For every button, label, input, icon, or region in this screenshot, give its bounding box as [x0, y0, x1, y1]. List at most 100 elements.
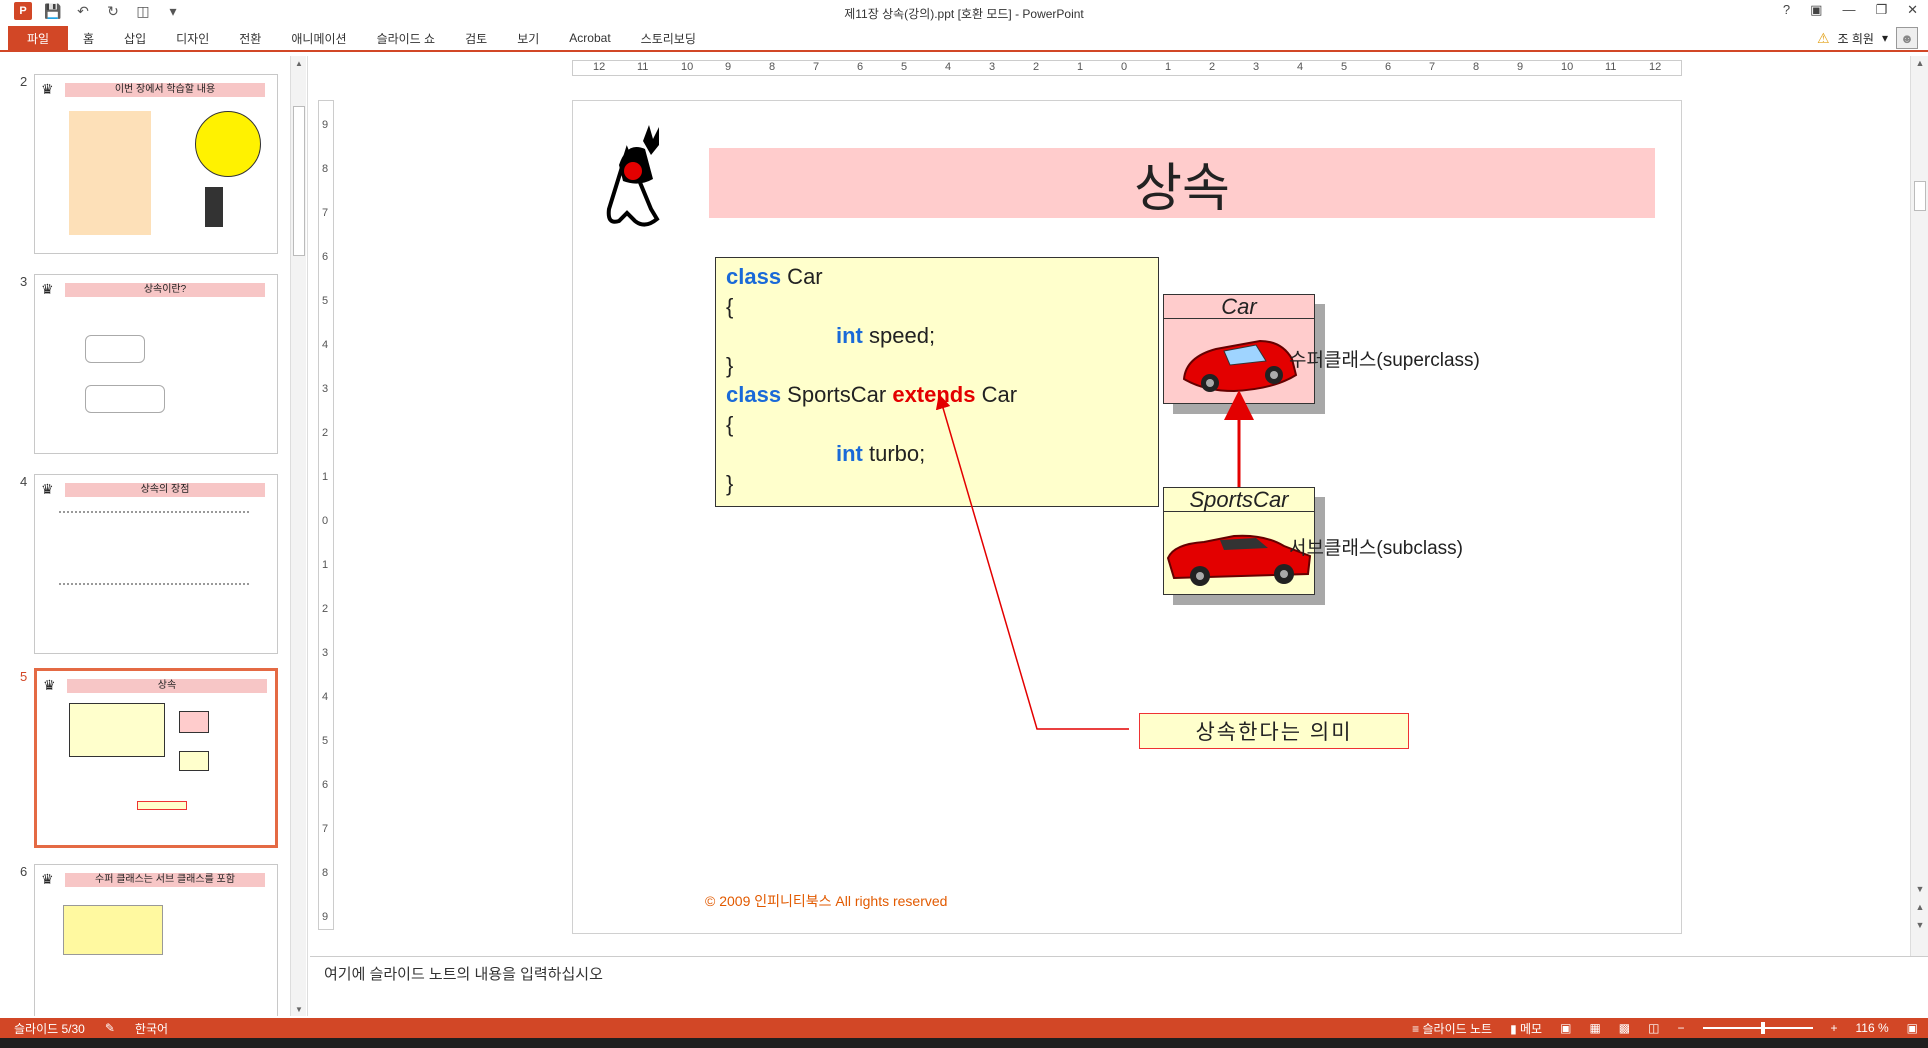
- code-line: }: [726, 352, 734, 378]
- ruler-tick: 10: [681, 61, 694, 73]
- status-left: 슬라이드 5/30 ✎ 한국어: [14, 1020, 168, 1037]
- tab-view[interactable]: 보기: [502, 26, 554, 50]
- reading-view-icon[interactable]: ▩: [1619, 1021, 1630, 1035]
- fit-to-window-icon[interactable]: ▣: [1907, 1021, 1918, 1035]
- thumbnail-title: 상속: [67, 679, 267, 693]
- ruler-tick: 9: [1517, 61, 1524, 73]
- tab-acrobat[interactable]: Acrobat: [554, 26, 625, 50]
- slide-sorter-icon[interactable]: ▦: [1589, 1021, 1600, 1035]
- comments-button[interactable]: ▮ 메모: [1510, 1020, 1542, 1037]
- scrollbar-thumb[interactable]: [293, 106, 305, 256]
- tab-review[interactable]: 검토: [450, 26, 502, 50]
- ruler-tick: 9: [322, 119, 329, 131]
- slide-title[interactable]: 상속: [709, 148, 1655, 219]
- code-keyword: class: [726, 382, 782, 407]
- scroll-up-icon[interactable]: ▲: [1911, 56, 1928, 70]
- ruler-tick: 5: [322, 735, 329, 747]
- language-indicator[interactable]: 한국어: [135, 1020, 168, 1037]
- superclass-label: 수퍼클래스(superclass): [1289, 350, 1480, 371]
- minimize-icon[interactable]: —: [1842, 2, 1855, 18]
- thumbnail-car-box: [179, 711, 209, 733]
- thumbnail-sportscar-box: [179, 751, 209, 771]
- user-area[interactable]: ⚠ 조 희원 ▾ ☻: [1817, 27, 1918, 49]
- tab-file[interactable]: 파일: [8, 26, 68, 50]
- thumbnail-title: 상속의 장점: [65, 483, 265, 497]
- slide-thumbnail-3[interactable]: ♛ 상속이란?: [34, 274, 278, 454]
- tab-design[interactable]: 디자인: [161, 26, 224, 50]
- scroll-up-icon[interactable]: ▲: [291, 56, 307, 70]
- code-line: {: [726, 293, 734, 319]
- slide-counter: 슬라이드 5/30: [14, 1021, 85, 1036]
- connector-lines: [935, 390, 1254, 730]
- ruler-tick: 10: [1561, 61, 1574, 73]
- zoom-slider[interactable]: [1702, 1022, 1813, 1034]
- ruler-tick: 6: [857, 61, 864, 73]
- slide-thumbnail-2[interactable]: ♛ 이번 장에서 학습할 내용: [34, 74, 278, 254]
- user-name: 조 희원: [1837, 31, 1874, 46]
- meaning-callout-box[interactable]: 상속한다는 의미: [1139, 713, 1409, 749]
- horizontal-ruler: 12 11 10 9 8 7 6 5 4 3 2 1 0 1 2 3 4 5 6 7 8 9 10 11 12: [572, 60, 1682, 76]
- normal-view-icon[interactable]: ▣: [1560, 1021, 1571, 1035]
- scrollbar-thumb[interactable]: [1914, 181, 1926, 211]
- code-line: }: [726, 470, 734, 496]
- previous-slide-icon[interactable]: ▲: [1911, 900, 1928, 914]
- comments-label: 메모: [1520, 1021, 1543, 1036]
- code-keyword: int: [836, 441, 863, 466]
- slide-thumbnail-5[interactable]: ♛ 상속: [34, 668, 278, 848]
- ruler-tick: 5: [901, 61, 908, 73]
- ruler-tick: 11: [637, 61, 649, 73]
- slide-canvas[interactable]: 상속 class Car { int speed; } class Sports…: [572, 100, 1682, 934]
- duke-logo-icon: ♛: [41, 481, 54, 497]
- notes-toggle-button[interactable]: ≡ 슬라이드 노트: [1412, 1020, 1492, 1037]
- thumbnail-number: 5: [20, 669, 28, 684]
- editor-vertical-scrollbar[interactable]: ▲ ▼ ▲ ▼: [1910, 56, 1928, 956]
- ruler-tick: 9: [725, 61, 732, 73]
- slide-thumbnail-pane: 2 ♛ 이번 장에서 학습할 내용 3 ♛ 상속이란? 4 ♛ 상속의 장점 5…: [8, 56, 308, 1016]
- tab-home[interactable]: 홈: [68, 26, 109, 50]
- thumbnail-title: 상속이란?: [65, 283, 265, 297]
- notes-placeholder[interactable]: 여기에 슬라이드 노트의 내용을 입력하십시오: [324, 963, 603, 984]
- ruler-tick: 4: [1297, 61, 1304, 73]
- ruler-tick: 6: [322, 779, 329, 791]
- restore-icon[interactable]: ❐: [1875, 2, 1887, 18]
- ruler-tick: 7: [813, 61, 820, 73]
- ruler-tick: 2: [1209, 61, 1216, 73]
- spellcheck-icon[interactable]: ✎: [105, 1021, 115, 1035]
- ribbon-tabs: 파일 홈 삽입 디자인 전환 애니메이션 슬라이드 쇼 검토 보기 Acroba…: [0, 26, 1928, 50]
- ribbon-divider: [0, 50, 1928, 52]
- scroll-down-icon[interactable]: ▼: [1911, 882, 1928, 896]
- status-right: ≡ 슬라이드 노트 ▮ 메모 ▣ ▦ ▩ ◫ − + 116 % ▣: [1412, 1020, 1918, 1037]
- next-slide-icon[interactable]: ▼: [1911, 918, 1928, 932]
- slide-thumbnail-4[interactable]: ♛ 상속의 장점: [34, 474, 278, 654]
- zoom-level[interactable]: 116 %: [1856, 1021, 1889, 1035]
- code-keyword: int: [836, 323, 863, 348]
- thumbnail-scrollbar[interactable]: ▲ ▼: [290, 56, 306, 1016]
- ribbon-display-icon[interactable]: ▣: [1810, 2, 1822, 18]
- notes-pane[interactable]: 여기에 슬라이드 노트의 내용을 입력하십시오: [310, 956, 1928, 1018]
- help-icon[interactable]: ?: [1783, 2, 1790, 18]
- title-bar: P 💾 ↶ ↻ ◫ ▾ 제11장 상속(강의).ppt [호환 모드] - Po…: [0, 0, 1928, 26]
- duke-mascot-icon: [606, 125, 660, 227]
- slide-thumbnail-6[interactable]: ♛ 수퍼 클래스는 서브 클래스를 포함: [34, 864, 278, 1016]
- tab-transitions[interactable]: 전환: [224, 26, 276, 50]
- ruler-tick: 2: [322, 427, 329, 439]
- ruler-tick: 6: [1385, 61, 1392, 73]
- ruler-tick: 0: [322, 515, 329, 527]
- zoom-slider-thumb[interactable]: [1760, 1022, 1765, 1034]
- slideshow-view-icon[interactable]: ◫: [1648, 1021, 1659, 1035]
- tab-animations[interactable]: 애니메이션: [276, 26, 361, 50]
- ruler-tick: 1: [322, 471, 329, 483]
- zoom-in-icon[interactable]: +: [1831, 1021, 1838, 1035]
- tab-storyboarding[interactable]: 스토리보딩: [626, 26, 711, 50]
- thumbnail-graphic: [63, 905, 163, 955]
- ruler-tick: 3: [322, 647, 329, 659]
- ruler-tick: 8: [1473, 61, 1480, 73]
- scroll-down-icon[interactable]: ▼: [291, 1002, 307, 1016]
- duke-logo-icon: ♛: [41, 281, 54, 297]
- tab-slideshow[interactable]: 슬라이드 쇼: [362, 26, 451, 50]
- code-box[interactable]: class Car { int speed; } class SportsCar…: [715, 257, 1159, 507]
- tab-insert[interactable]: 삽입: [109, 26, 161, 50]
- zoom-out-icon[interactable]: −: [1677, 1021, 1684, 1035]
- notes-icon: ≡: [1412, 1021, 1423, 1036]
- close-icon[interactable]: ✕: [1907, 2, 1918, 18]
